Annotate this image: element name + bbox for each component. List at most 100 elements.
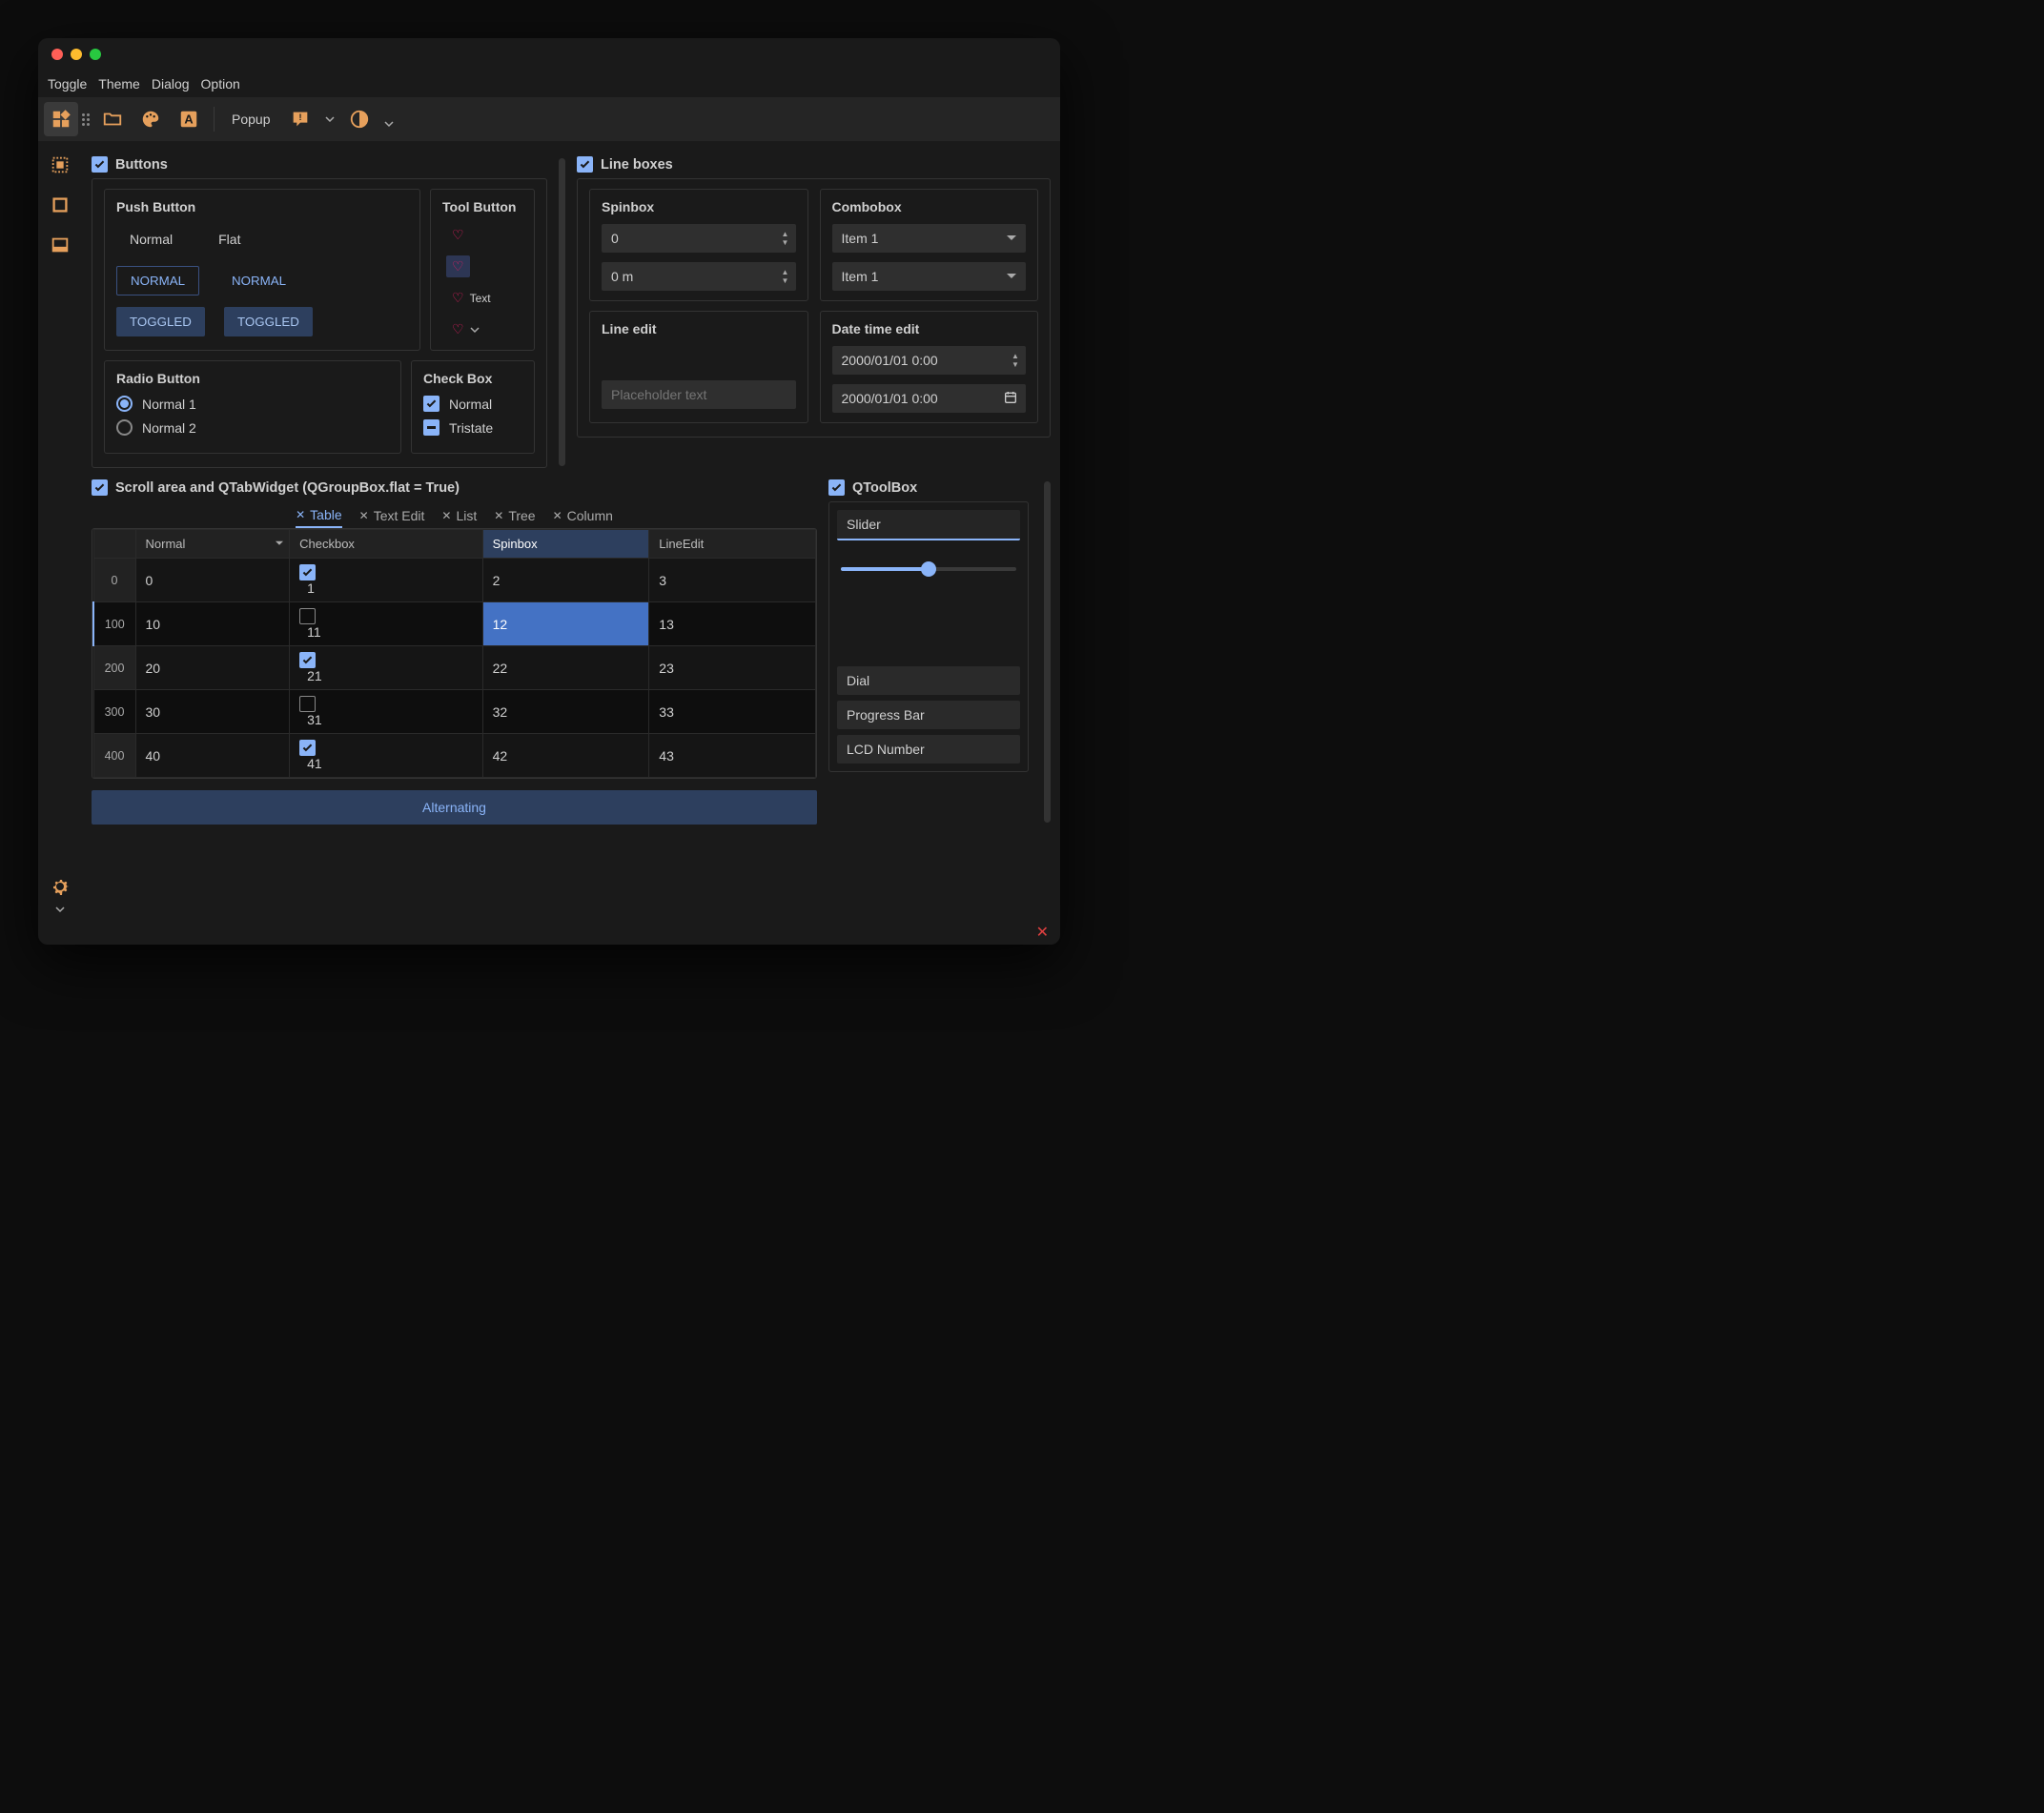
lineboxes-group-check[interactable] <box>577 156 593 173</box>
scroll-group-check[interactable] <box>92 479 108 496</box>
checkbox-icon[interactable] <box>299 564 316 581</box>
table-row[interactable]: 30030 313233 <box>93 690 816 734</box>
slider-thumb[interactable] <box>921 561 936 577</box>
row-header[interactable]: 100 <box>93 602 135 646</box>
tab-tree[interactable]: ✕Tree <box>494 507 535 528</box>
cell[interactable]: 40 <box>135 734 290 778</box>
close-icon[interactable]: ✕ <box>296 508 305 521</box>
tab-text-edit[interactable]: ✕Text Edit <box>359 507 425 528</box>
spinbox-2-input[interactable] <box>602 262 796 291</box>
maximize-window-button[interactable] <box>90 49 101 60</box>
radio-normal-2[interactable]: Normal 2 <box>116 419 389 436</box>
toolbox-progress-tab[interactable]: Progress Bar <box>837 701 1020 729</box>
cell[interactable]: 33 <box>649 690 816 734</box>
row-header[interactable]: 300 <box>93 690 135 734</box>
statusbar-close-icon[interactable]: ✕ <box>1036 923 1049 942</box>
tab-table[interactable]: ✕Table <box>296 507 342 528</box>
cell[interactable]: 13 <box>649 602 816 646</box>
cell[interactable]: 10 <box>135 602 290 646</box>
radio-normal-1[interactable]: Normal 1 <box>116 396 389 412</box>
slider-widget[interactable] <box>841 560 1016 579</box>
table-row[interactable]: 40040 414243 <box>93 734 816 778</box>
cell[interactable]: 43 <box>649 734 816 778</box>
alternating-button[interactable]: Alternating <box>92 790 817 825</box>
close-icon[interactable]: ✕ <box>359 509 369 522</box>
cell[interactable]: 2 <box>482 559 649 602</box>
datetime-1[interactable]: ▲▼ <box>832 346 1027 375</box>
spinbox-1-input[interactable] <box>602 224 796 253</box>
cell-checkbox[interactable]: 1 <box>290 559 483 602</box>
spinbox-2[interactable]: ▲▼ <box>602 262 796 291</box>
tool-heart-text[interactable]: ♡Text <box>446 287 497 309</box>
push-toggled-2[interactable]: TOGGLED <box>224 307 313 336</box>
close-icon[interactable]: ✕ <box>553 509 562 522</box>
cell[interactable]: 3 <box>649 559 816 602</box>
push-toggled-1[interactable]: TOGGLED <box>116 307 205 336</box>
col-lineedit[interactable]: LineEdit <box>649 530 816 559</box>
scrollbar-buttons[interactable] <box>559 158 565 466</box>
cell[interactable]: 0 <box>135 559 290 602</box>
checkbox-normal[interactable]: Normal <box>423 396 522 412</box>
cell[interactable]: 30 <box>135 690 290 734</box>
calendar-icon[interactable] <box>995 390 1026 408</box>
col-spinbox[interactable]: Spinbox <box>482 530 649 559</box>
cell[interactable]: 12 <box>482 602 649 646</box>
spin-up-icon[interactable]: ▲ <box>779 269 792 276</box>
table-row[interactable]: 20020 212223 <box>93 646 816 690</box>
spin-up-icon[interactable]: ▲ <box>1009 353 1022 360</box>
toolbar-dropdown-icon[interactable] <box>321 102 338 136</box>
tab-column[interactable]: ✕Column <box>553 507 613 528</box>
datetime-2[interactable] <box>832 384 1027 413</box>
tab-list[interactable]: ✕List <box>441 507 477 528</box>
checkbox-icon[interactable] <box>299 652 316 668</box>
row-header[interactable]: 0 <box>93 559 135 602</box>
spin-up-icon[interactable]: ▲ <box>779 231 792 238</box>
checkbox-icon[interactable] <box>299 608 316 624</box>
cell[interactable]: 42 <box>482 734 649 778</box>
checkbox-icon[interactable] <box>299 696 316 712</box>
checkbox-icon[interactable] <box>299 740 316 756</box>
spin-down-icon[interactable]: ▼ <box>779 239 792 247</box>
tool-heart-dropdown[interactable]: ♡ <box>446 318 485 340</box>
menu-theme[interactable]: Theme <box>98 76 140 92</box>
spin-down-icon[interactable]: ▼ <box>1009 361 1022 369</box>
toolbar-folder-icon[interactable] <box>95 102 130 136</box>
col-checkbox[interactable]: Checkbox <box>290 530 483 559</box>
col-normal[interactable]: Normal <box>135 530 290 559</box>
push-normal-button[interactable]: Normal <box>116 224 186 255</box>
cell[interactable]: 23 <box>649 646 816 690</box>
spin-down-icon[interactable]: ▼ <box>779 277 792 285</box>
scrollbar-main[interactable] <box>1044 481 1051 823</box>
sidebar-panel-icon[interactable] <box>44 229 76 261</box>
buttons-group-check[interactable] <box>92 156 108 173</box>
menu-toggle[interactable]: Toggle <box>48 76 87 92</box>
close-icon[interactable]: ✕ <box>441 509 451 522</box>
toolbox-lcd-tab[interactable]: LCD Number <box>837 735 1020 764</box>
toolbar-grip[interactable] <box>82 113 90 126</box>
datetime-2-input[interactable] <box>832 384 996 413</box>
toolbar-message-icon[interactable]: ! <box>283 102 317 136</box>
cell[interactable]: 20 <box>135 646 290 690</box>
close-window-button[interactable] <box>51 49 63 60</box>
menu-dialog[interactable]: Dialog <box>152 76 190 92</box>
cell-checkbox[interactable]: 31 <box>290 690 483 734</box>
row-header[interactable]: 400 <box>93 734 135 778</box>
table-row[interactable]: 00 123 <box>93 559 816 602</box>
cell[interactable]: 32 <box>482 690 649 734</box>
tool-heart-boxed[interactable]: ♡ <box>446 255 470 277</box>
menu-option[interactable]: Option <box>201 76 240 92</box>
push-normal-outlined-2[interactable]: NORMAL <box>218 266 299 295</box>
checkbox-tristate[interactable]: Tristate <box>423 419 522 436</box>
push-flat-button[interactable]: Flat <box>205 224 254 255</box>
row-header[interactable]: 200 <box>93 646 135 690</box>
cell-checkbox[interactable]: 21 <box>290 646 483 690</box>
close-icon[interactable]: ✕ <box>494 509 503 522</box>
combobox-2[interactable]: Item 1 <box>832 262 1027 291</box>
toolbox-dial-tab[interactable]: Dial <box>837 666 1020 695</box>
toolbox-group-check[interactable] <box>828 479 845 496</box>
spinbox-1[interactable]: ▲▼ <box>602 224 796 253</box>
sidebar-square-icon[interactable] <box>44 189 76 221</box>
toolbar-widgets-icon[interactable] <box>44 102 78 136</box>
sidebar-settings-icon[interactable] <box>44 870 76 903</box>
lineedit-input[interactable] <box>602 380 796 409</box>
